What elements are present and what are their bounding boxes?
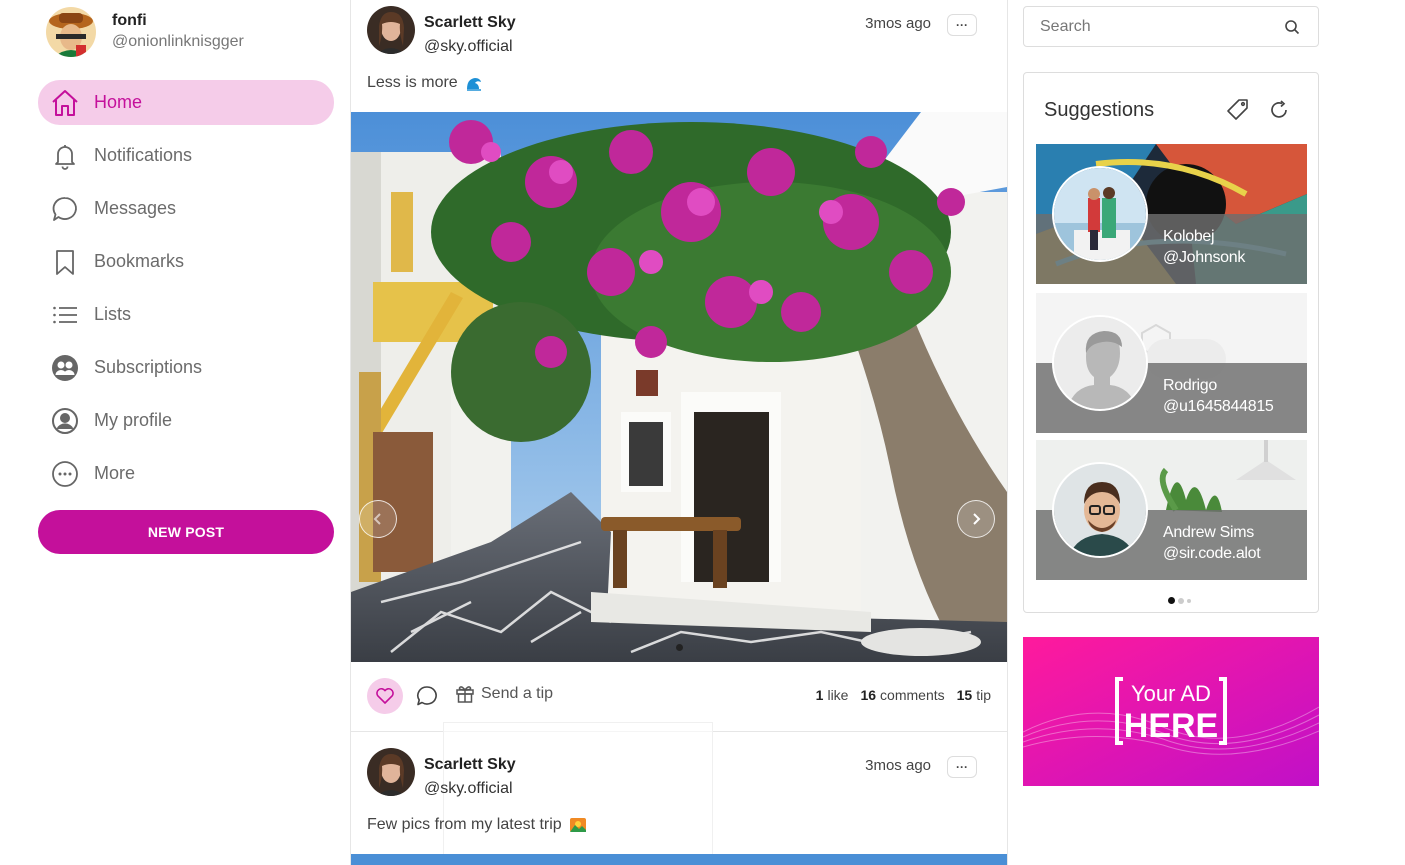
carousel-prev-button[interactable] xyxy=(359,500,397,538)
advertisement-banner[interactable]: Your AD HERE xyxy=(1023,637,1319,786)
pager-dot[interactable] xyxy=(1178,597,1184,604)
pager-dot[interactable] xyxy=(1187,598,1191,603)
post-menu-button[interactable]: ··· xyxy=(947,14,977,36)
left-sidebar: fonfi @onionlinknisgger Home Notificatio… xyxy=(38,0,334,865)
suggestion-card[interactable]: Rodrigo @u1645844815 xyxy=(1036,293,1307,433)
heart-icon xyxy=(376,688,394,704)
post-author-avatar[interactable] xyxy=(367,6,415,54)
refresh-icon[interactable] xyxy=(1268,99,1290,121)
post-text: Few pics from my latest trip xyxy=(367,816,586,834)
post-author-name[interactable]: Scarlett Sky xyxy=(424,14,516,32)
likes-count[interactable]: 1 like xyxy=(816,687,849,703)
suggestions-title: Suggestions xyxy=(1044,99,1155,121)
chat-bubble-icon xyxy=(50,194,80,224)
nav-item-subscriptions[interactable]: Subscriptions xyxy=(38,345,334,390)
bookmark-icon xyxy=(50,247,80,277)
nav-item-messages[interactable]: Messages xyxy=(38,186,334,231)
mountain-sunrise-emoji-icon xyxy=(569,818,586,832)
suggestion-avatar[interactable] xyxy=(1052,315,1148,411)
send-tip-button[interactable]: Send a tip xyxy=(455,684,553,704)
tips-count[interactable]: 15 tip xyxy=(957,687,991,703)
ad-line-1: Your AD xyxy=(1131,681,1211,706)
nav-item-bookmarks[interactable]: Bookmarks xyxy=(38,239,334,284)
post-actions: Send a tip 1 like 16 comments 15 tip xyxy=(351,672,1007,720)
users-icon xyxy=(50,353,80,383)
gift-icon xyxy=(456,686,474,703)
app-page: fonfi @onionlinknisgger Home Notificatio… xyxy=(0,0,1405,865)
suggestion-name: Kolobej xyxy=(1163,228,1215,245)
nav-label-bookmarks: Bookmarks xyxy=(94,251,185,271)
nav-item-lists[interactable]: Lists xyxy=(38,292,334,337)
post-header: Scarlett Sky @sky.official 3mos ago ··· xyxy=(367,748,993,800)
list-icon xyxy=(50,300,80,330)
post-timestamp: 3mos ago xyxy=(865,15,931,32)
more-dots-icon xyxy=(50,459,80,489)
suggestion-handle: @u1645844815 xyxy=(1163,398,1274,415)
search-icon[interactable] xyxy=(1284,19,1300,35)
suggestion-card[interactable]: Andrew Sims @sir.code.alot xyxy=(1036,440,1307,580)
wave-emoji-icon xyxy=(466,78,481,91)
user-name: fonfi xyxy=(112,12,147,29)
nav-item-home[interactable]: Home xyxy=(38,80,334,125)
nav-item-more[interactable]: More xyxy=(38,451,334,496)
nav-label-home: Home xyxy=(94,92,143,112)
carousel-indicator[interactable] xyxy=(676,644,683,651)
pager-dot-active[interactable] xyxy=(1168,597,1175,604)
post-stats: 1 like 16 comments 15 tip xyxy=(816,687,991,703)
nav-label-messages: Messages xyxy=(94,198,177,218)
nav-label-more: More xyxy=(94,463,136,483)
post-author-avatar[interactable] xyxy=(367,748,415,796)
post-header: Scarlett Sky @sky.official 3mos ago ··· xyxy=(367,6,993,58)
post-image[interactable] xyxy=(351,854,1007,865)
chevron-right-icon xyxy=(973,513,981,525)
user-circle-icon xyxy=(50,406,80,436)
new-post-button[interactable]: NEW POST xyxy=(38,510,334,554)
default-avatar-icon xyxy=(1054,317,1146,409)
current-user[interactable]: fonfi @onionlinknisgger xyxy=(46,6,336,58)
comments-count[interactable]: 16 comments xyxy=(860,687,944,703)
home-icon xyxy=(50,88,80,118)
like-button[interactable] xyxy=(367,678,403,714)
suggestions-pager xyxy=(1168,597,1191,604)
suggestion-name: Rodrigo xyxy=(1163,377,1217,394)
send-tip-label: Send a tip xyxy=(481,685,554,702)
search-box xyxy=(1023,6,1319,47)
suggestion-name: Andrew Sims xyxy=(1163,524,1254,541)
suggestion-avatar[interactable] xyxy=(1052,462,1148,558)
suggestion-handle: @Johnsonk xyxy=(1163,249,1246,266)
suggestion-avatar[interactable] xyxy=(1052,166,1148,262)
carousel-next-button[interactable] xyxy=(957,500,995,538)
nav-label-notifications: Notifications xyxy=(94,145,193,165)
ad-line-2: HERE xyxy=(1124,707,1218,745)
main-nav: Home Notifications Messages Bookmarks Li… xyxy=(38,80,334,504)
nav-item-my-profile[interactable]: My profile xyxy=(38,398,334,443)
nav-label-subscriptions: Subscriptions xyxy=(94,357,203,377)
street-photo xyxy=(351,112,1007,662)
nav-label-lists: Lists xyxy=(94,304,132,324)
post-author-handle[interactable]: @sky.official xyxy=(424,780,513,798)
post-text: Less is more xyxy=(367,74,482,92)
post-text-content: Less is more xyxy=(367,74,458,91)
suggestion-card[interactable]: Kolobej @Johnsonk xyxy=(1036,144,1307,284)
search-input[interactable] xyxy=(1040,17,1280,36)
chevron-left-icon xyxy=(373,513,381,525)
suggestions-panel: Suggestions Kolobej @Johnsonk Rodrigo @u… xyxy=(1023,72,1319,613)
suggestion-handle: @sir.code.alot xyxy=(1163,545,1261,562)
post-author-name[interactable]: Scarlett Sky xyxy=(424,756,516,774)
bell-icon xyxy=(50,141,80,171)
post-author-handle[interactable]: @sky.official xyxy=(424,38,513,56)
user-avatar[interactable] xyxy=(46,7,96,57)
post-timestamp: 3mos ago xyxy=(865,757,931,774)
nav-label-my-profile: My profile xyxy=(94,410,173,430)
feed: Scarlett Sky @sky.official 3mos ago ··· … xyxy=(350,0,1008,865)
post-image[interactable] xyxy=(351,112,1007,662)
comment-button[interactable] xyxy=(413,682,441,710)
post-text-content: Few pics from my latest trip xyxy=(367,816,562,833)
nav-item-notifications[interactable]: Notifications xyxy=(38,133,334,178)
user-handle: @onionlinknisgger xyxy=(112,33,244,50)
tag-icon[interactable] xyxy=(1226,98,1250,122)
comment-icon xyxy=(417,686,437,706)
post-menu-button[interactable]: ··· xyxy=(947,756,977,778)
